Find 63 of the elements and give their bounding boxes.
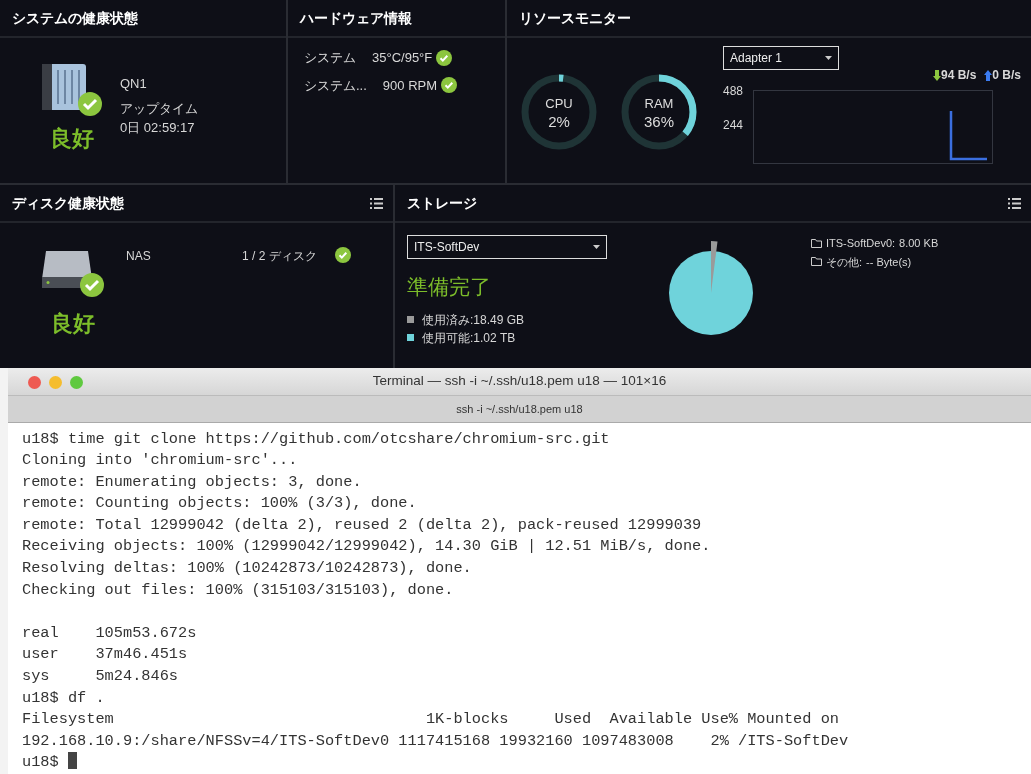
terminal-line: u18$ <box>22 753 60 772</box>
uptime-value: 0日 02:59:17 <box>120 119 196 137</box>
axis-label: 244 <box>723 117 745 134</box>
health-status: 良好 <box>51 310 95 338</box>
terminal-line: remote: Enumerating objects: 3, done. <box>22 472 362 491</box>
gauge-reading: 36% <box>644 113 674 130</box>
axis-label: 488 <box>723 83 745 100</box>
gauge-reading: 2% <box>548 113 570 130</box>
terminal-line: u18$ df . <box>22 688 105 707</box>
sensor-label: システム... <box>304 76 367 95</box>
terminal-line: sys 5m24.846s <box>22 667 179 686</box>
list-icon[interactable] <box>370 197 383 209</box>
download-rate: 94 B/s <box>940 67 977 84</box>
device-name: QN1 <box>120 75 148 93</box>
sensor-label: システム <box>304 49 356 67</box>
terminal-tab[interactable]: ssh -i ~/.ssh/u18.pem u18 <box>456 400 583 418</box>
health-status: 良好 <box>50 125 94 153</box>
gauge-label: CPU <box>545 96 573 111</box>
nas-device-icon <box>40 62 104 118</box>
volume-status: 準備完了 <box>407 274 492 300</box>
terminal-line: Checking out files: 100% (315103/315103), done. <box>22 580 454 599</box>
gauge-label: RAM <box>644 96 674 111</box>
download-arrow-icon <box>932 69 941 81</box>
window-control-button[interactable] <box>28 376 41 389</box>
panel-title: ディスク健康状態 <box>12 193 124 213</box>
panel-title: システムの健康状態 <box>12 8 138 28</box>
device-name: NAS <box>126 248 152 265</box>
panel-title: ストレージ <box>407 193 477 213</box>
upload-rate: 0 B/s <box>992 67 1021 84</box>
folder-name: ITS-SoftDev0: <box>826 236 896 251</box>
window-control-button[interactable] <box>70 376 83 389</box>
folder-name: その他: <box>826 254 863 270</box>
terminal-line: real 105m53.672s <box>22 623 197 642</box>
folder-icon <box>811 257 822 267</box>
disk-count: 1 / 2 ディスク <box>242 248 317 265</box>
panel-title: ハードウェア情報 <box>300 8 412 28</box>
window-control-button[interactable] <box>49 376 62 389</box>
uptime-label: アップタイム <box>120 100 198 118</box>
upload-arrow-icon <box>984 69 993 81</box>
terminal-line: Filesystem 1K-blocks Used Available Use% Mounted on <box>22 710 839 729</box>
terminal-line: Resolving deltas: 100% (10242873/10242873), done. <box>22 559 472 578</box>
folder-icon <box>811 238 822 248</box>
sensor-value: 35°C/95°F <box>372 49 433 67</box>
terminal-line: u18$ time git clone https://github.com/otcshare/chromium-src.git <box>22 429 610 448</box>
terminal-line: remote: Counting objects: 100% (3/3), done. <box>22 494 417 513</box>
volume-select[interactable]: ITS-SoftDev <box>407 235 607 259</box>
adapter-select[interactable]: Adapter 1 <box>723 46 839 70</box>
terminal-line: user 37m46.451s <box>22 645 188 664</box>
folder-size: -- Byte(s) <box>866 254 912 270</box>
terminal-cursor <box>67 752 77 770</box>
legend-label: 使用済み:18.49 GB <box>422 311 525 329</box>
legend-label: 使用可能:1.02 TB <box>422 329 516 347</box>
panel-title: リソースモニター <box>519 8 631 28</box>
terminal-line: 192.168.10.9:/share/NFSSv=4/ITS-SoftDev0 1117415168 19932160 1097483008 2% /ITS-SoftDev <box>22 731 849 750</box>
list-icon[interactable] <box>1008 197 1021 209</box>
folder-size: 8.00 KB <box>899 236 939 251</box>
caret-icon <box>825 56 832 60</box>
terminal-line: Cloning into 'chromium-src'... <box>22 451 298 470</box>
sensor-value: 900 RPM <box>382 76 438 95</box>
caret-icon <box>593 245 600 249</box>
terminal-line: Receiving objects: 100% (12999042/12999042), 14.30 GiB | 12.51 MiB/s, done. <box>22 537 711 556</box>
terminal-line: remote: Total 12999042 (delta 2), reused 2 (delta 2), pack-reused 12999039 <box>22 515 702 534</box>
window-title: Terminal — ssh -i ~/.ssh/u18.pem u18 — 101×16 <box>372 372 667 391</box>
